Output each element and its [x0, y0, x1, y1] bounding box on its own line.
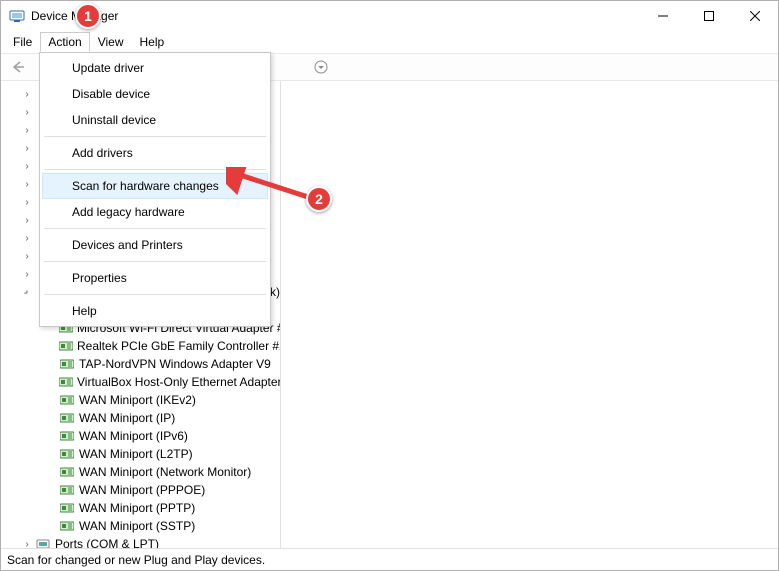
app-icon — [9, 8, 25, 24]
device-label: VirtualBox Host-Only Ethernet Adapter — [77, 375, 281, 389]
chevron-right-icon[interactable]: › — [21, 143, 33, 154]
device-label: WAN Miniport (L2TP) — [79, 447, 193, 461]
tree-device-item[interactable]: WAN Miniport (SSTP) — [1, 517, 280, 535]
menu-help[interactable]: Help — [132, 32, 173, 52]
device-label: WAN Miniport (IKEv2) — [79, 393, 196, 407]
chevron-right-icon[interactable]: › — [21, 539, 33, 549]
network-adapter-icon — [59, 483, 75, 497]
tree-device-item[interactable]: WAN Miniport (IPv6) — [1, 427, 280, 445]
statusbar: Scan for changed or new Plug and Play de… — [1, 548, 778, 570]
tree-device-item[interactable]: WAN Miniport (PPPOE) — [1, 481, 280, 499]
chevron-right-icon[interactable]: › — [21, 215, 33, 226]
tree-device-item[interactable]: WAN Miniport (IP) — [1, 409, 280, 427]
status-text: Scan for changed or new Plug and Play de… — [7, 553, 265, 567]
menu-separator — [44, 261, 266, 262]
network-adapter-icon — [59, 501, 75, 515]
network-adapter-icon — [59, 357, 75, 371]
menu-add-drivers[interactable]: Add drivers — [42, 140, 268, 166]
chevron-right-icon[interactable]: › — [21, 197, 33, 208]
chevron-right-icon[interactable]: › — [21, 233, 33, 244]
menu-scan-hardware[interactable]: Scan for hardware changes — [42, 173, 268, 199]
tree-device-item[interactable]: VirtualBox Host-Only Ethernet Adapter — [1, 373, 280, 391]
menu-separator — [44, 136, 266, 137]
category-label: Ports (COM & LPT) — [55, 537, 159, 548]
network-adapter-icon — [59, 339, 73, 353]
network-adapter-icon — [59, 393, 75, 407]
menu-update-driver[interactable]: Update driver — [42, 55, 268, 81]
action-menu-dropdown: Update driver Disable device Uninstall d… — [39, 52, 271, 327]
chevron-down-icon[interactable]: › — [19, 284, 34, 299]
chevron-right-icon[interactable]: › — [21, 161, 33, 172]
chevron-right-icon[interactable]: › — [21, 179, 33, 190]
device-label: WAN Miniport (IP) — [79, 411, 175, 425]
chevron-right-icon[interactable]: › — [21, 107, 33, 118]
menu-disable-device[interactable]: Disable device — [42, 81, 268, 107]
device-label: WAN Miniport (PPPOE) — [79, 483, 205, 497]
device-label: Realtek PCIe GbE Family Controller #2 — [77, 339, 281, 353]
tree-device-item[interactable]: WAN Miniport (IKEv2) — [1, 391, 280, 409]
network-adapter-icon — [59, 447, 75, 461]
device-label: WAN Miniport (SSTP) — [79, 519, 195, 533]
tree-category-ports[interactable]: › Ports (COM & LPT) — [1, 535, 280, 548]
network-adapter-icon — [59, 375, 73, 389]
device-label: WAN Miniport (IPv6) — [79, 429, 188, 443]
tree-device-item[interactable]: Realtek PCIe GbE Family Controller #2 — [1, 337, 280, 355]
ports-icon — [35, 537, 51, 548]
chevron-right-icon[interactable]: › — [21, 269, 33, 280]
device-label: TAP-NordVPN Windows Adapter V9 — [79, 357, 271, 371]
titlebar: Device Manager — [1, 1, 778, 31]
menu-file[interactable]: File — [5, 32, 40, 52]
tree-device-item[interactable]: WAN Miniport (L2TP) — [1, 445, 280, 463]
window-controls — [640, 1, 778, 31]
chevron-right-icon[interactable]: › — [21, 89, 33, 100]
menu-separator — [44, 169, 266, 170]
detail-pane — [281, 81, 778, 548]
menu-separator — [44, 294, 266, 295]
chevron-right-icon[interactable]: › — [21, 251, 33, 262]
annotation-callout-1: 1 — [75, 3, 101, 29]
menubar: File Action View Help — [1, 31, 778, 53]
menu-separator — [44, 228, 266, 229]
menu-uninstall-device[interactable]: Uninstall device — [42, 107, 268, 133]
menu-action[interactable]: Action — [40, 32, 89, 52]
tree-device-item[interactable]: WAN Miniport (PPTP) — [1, 499, 280, 517]
menu-add-legacy[interactable]: Add legacy hardware — [42, 199, 268, 225]
maximize-button[interactable] — [686, 1, 732, 31]
close-button[interactable] — [732, 1, 778, 31]
toolbar-action-icon[interactable] — [310, 56, 332, 78]
menu-devices-printers[interactable]: Devices and Printers — [42, 232, 268, 258]
device-label: WAN Miniport (PPTP) — [79, 501, 195, 515]
tree-device-item[interactable]: WAN Miniport (Network Monitor) — [1, 463, 280, 481]
network-adapter-icon — [59, 519, 75, 533]
minimize-button[interactable] — [640, 1, 686, 31]
network-adapter-icon — [59, 411, 75, 425]
chevron-right-icon[interactable]: › — [21, 125, 33, 136]
menu-properties[interactable]: Properties — [42, 265, 268, 291]
tree-device-item[interactable]: TAP-NordVPN Windows Adapter V9 — [1, 355, 280, 373]
menu-view[interactable]: View — [90, 32, 132, 52]
back-button[interactable] — [7, 56, 29, 78]
network-adapter-icon — [59, 465, 75, 479]
annotation-callout-2: 2 — [306, 186, 332, 212]
menu-help-item[interactable]: Help — [42, 298, 268, 324]
device-label: WAN Miniport (Network Monitor) — [79, 465, 251, 479]
network-adapter-icon — [59, 429, 75, 443]
